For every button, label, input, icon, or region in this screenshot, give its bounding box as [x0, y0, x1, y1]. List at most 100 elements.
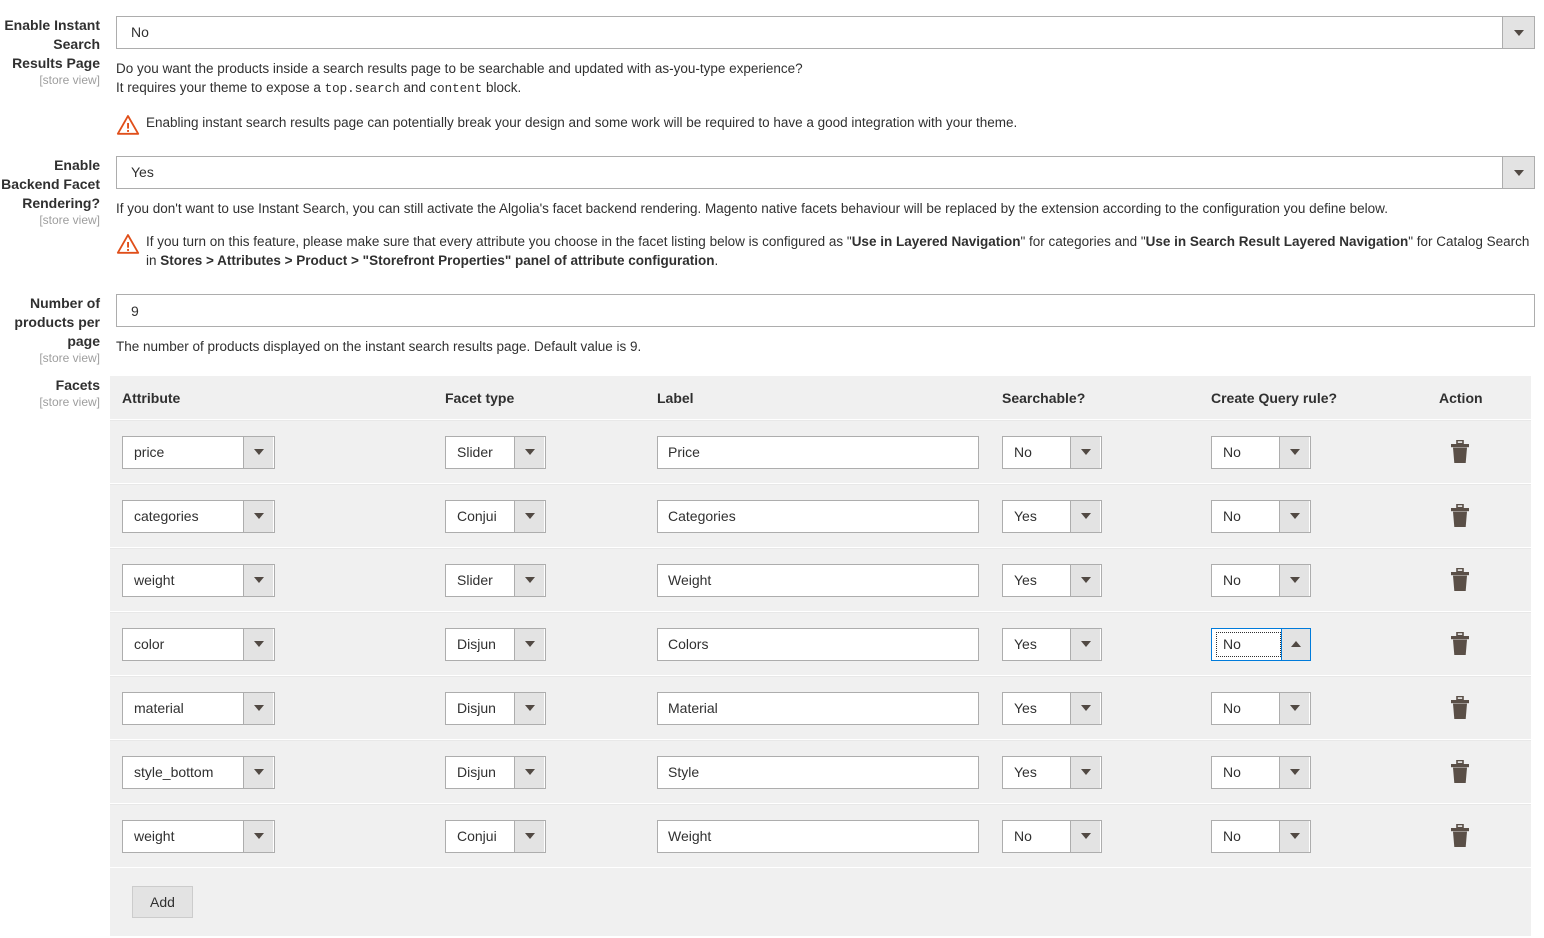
chevron-down-icon[interactable] [243, 564, 273, 596]
column-header-query-rule: Create Query rule? [1211, 389, 1338, 406]
facet-query-rule-select-2[interactable]: No [1211, 563, 1311, 597]
facet-type-select-5[interactable]: Disjun [445, 755, 546, 789]
chevron-down-icon[interactable] [1279, 436, 1309, 468]
facet-label-input-1[interactable] [657, 499, 979, 533]
cell-action [1439, 632, 1531, 656]
chevron-down-icon[interactable] [1502, 17, 1534, 48]
chevron-down-icon[interactable] [1279, 564, 1309, 596]
facet-type-select-3[interactable]: Disjun [445, 627, 546, 661]
trash-icon[interactable] [1449, 696, 1471, 720]
facet-searchable-select-5[interactable]: Yes [1002, 755, 1102, 789]
chevron-down-icon[interactable] [1070, 436, 1100, 468]
trash-icon[interactable] [1449, 568, 1471, 592]
chevron-down-icon[interactable] [1070, 692, 1100, 724]
facet-attribute-select-0[interactable]: price [122, 435, 275, 469]
chevron-down-icon[interactable] [1070, 564, 1100, 596]
chevron-down-icon[interactable] [1070, 756, 1100, 788]
facets-table-header: Attribute Facet type Label Searchable? C… [110, 376, 1531, 420]
add-facet-button[interactable]: Add [132, 886, 193, 918]
facet-searchable-select-1[interactable]: Yes [1002, 499, 1102, 533]
facet-label-input-2[interactable] [657, 563, 979, 597]
facet-attribute-select-4[interactable]: material [122, 691, 275, 725]
chevron-down-icon[interactable] [243, 500, 273, 532]
chevron-down-icon[interactable] [1279, 692, 1309, 724]
chevron-down-icon[interactable] [514, 500, 544, 532]
facet-label-input-4[interactable] [657, 691, 979, 725]
facet-type-select-2[interactable]: Slider [445, 563, 546, 597]
chevron-down-icon[interactable] [1279, 500, 1309, 532]
chevron-down-icon[interactable] [514, 756, 544, 788]
table-row: material Disjun Yes No [110, 676, 1531, 740]
field-label-text: Facets [55, 377, 100, 393]
facet-query-rule-value: No [1223, 571, 1241, 588]
facet-type-value: Conjui [457, 827, 497, 844]
facet-label-input-5[interactable] [657, 755, 979, 789]
facet-query-rule-select-0[interactable]: No [1211, 435, 1311, 469]
chevron-up-icon[interactable] [1281, 628, 1310, 660]
facet-query-rule-select-6[interactable]: No [1211, 819, 1311, 853]
chevron-down-icon[interactable] [1279, 756, 1309, 788]
chevron-down-icon[interactable] [243, 820, 273, 852]
facet-query-rule-select-5[interactable]: No [1211, 755, 1311, 789]
facet-type-select-6[interactable]: Conjui [445, 819, 546, 853]
chevron-down-icon[interactable] [1502, 157, 1534, 188]
trash-icon[interactable] [1449, 632, 1471, 656]
chevron-down-icon[interactable] [514, 564, 544, 596]
note-line-2: It requires your theme to expose a top.s… [116, 80, 522, 96]
chevron-down-icon[interactable] [1070, 500, 1100, 532]
cell-attribute: price [110, 435, 445, 469]
facet-searchable-select-0[interactable]: No [1002, 435, 1102, 469]
facet-searchable-value: No [1014, 443, 1032, 460]
field-label-facets: Facets [store view] [0, 376, 100, 410]
facet-searchable-select-6[interactable]: No [1002, 819, 1102, 853]
cell-facet-type: Slider [445, 563, 657, 597]
trash-icon[interactable] [1449, 504, 1471, 528]
facet-attribute-select-1[interactable]: categories [122, 499, 275, 533]
chevron-down-icon[interactable] [514, 436, 544, 468]
chevron-down-icon[interactable] [1279, 820, 1309, 852]
chevron-down-icon[interactable] [243, 692, 273, 724]
facet-label-input-6[interactable] [657, 819, 979, 853]
cell-attribute: weight [110, 819, 445, 853]
chevron-down-icon[interactable] [514, 692, 544, 724]
chevron-down-icon[interactable] [1070, 820, 1100, 852]
cell-action [1439, 824, 1531, 848]
facet-attribute-select-2[interactable]: weight [122, 563, 275, 597]
cell-attribute: weight [110, 563, 445, 597]
enable-instant-search-select[interactable]: No [116, 16, 1535, 49]
enable-backend-facet-warning: If you turn on this feature, please make… [116, 232, 1536, 270]
chevron-down-icon[interactable] [243, 756, 273, 788]
facet-attribute-select-3[interactable]: color [122, 627, 275, 661]
cell-attribute: color [110, 627, 445, 661]
trash-icon[interactable] [1449, 440, 1471, 464]
facet-searchable-value: Yes [1014, 635, 1037, 652]
facet-type-select-0[interactable]: Slider [445, 435, 546, 469]
facet-type-select-4[interactable]: Disjun [445, 691, 546, 725]
facet-label-input-3[interactable] [657, 627, 979, 661]
products-per-page-input[interactable] [116, 294, 1535, 327]
chevron-down-icon[interactable] [243, 436, 273, 468]
facet-query-rule-select-1[interactable]: No [1211, 499, 1311, 533]
note-line-1: Do you want the products inside a search… [116, 61, 803, 76]
facet-searchable-value: Yes [1014, 507, 1037, 524]
facet-attribute-select-6[interactable]: weight [122, 819, 275, 853]
facet-searchable-select-3[interactable]: Yes [1002, 627, 1102, 661]
trash-icon[interactable] [1449, 824, 1471, 848]
facet-searchable-select-4[interactable]: Yes [1002, 691, 1102, 725]
facet-label-input-0[interactable] [657, 435, 979, 469]
chevron-down-icon[interactable] [514, 628, 544, 660]
chevron-down-icon[interactable] [243, 628, 273, 660]
enable-instant-search-note: Do you want the products inside a search… [116, 59, 1536, 99]
facet-query-rule-select-3[interactable]: No [1211, 627, 1311, 661]
chevron-down-icon[interactable] [1070, 628, 1100, 660]
facet-attribute-select-5[interactable]: style_bottom [122, 755, 275, 789]
trash-icon[interactable] [1449, 760, 1471, 784]
chevron-down-icon[interactable] [514, 820, 544, 852]
cell-label [657, 563, 1002, 597]
facet-query-rule-select-4[interactable]: No [1211, 691, 1311, 725]
facet-type-select-1[interactable]: Conjui [445, 499, 546, 533]
facet-searchable-select-2[interactable]: Yes [1002, 563, 1102, 597]
enable-backend-facet-select[interactable]: Yes [116, 156, 1535, 189]
table-row: weight Slider Yes No [110, 548, 1531, 612]
cell-facet-type: Disjun [445, 627, 657, 661]
